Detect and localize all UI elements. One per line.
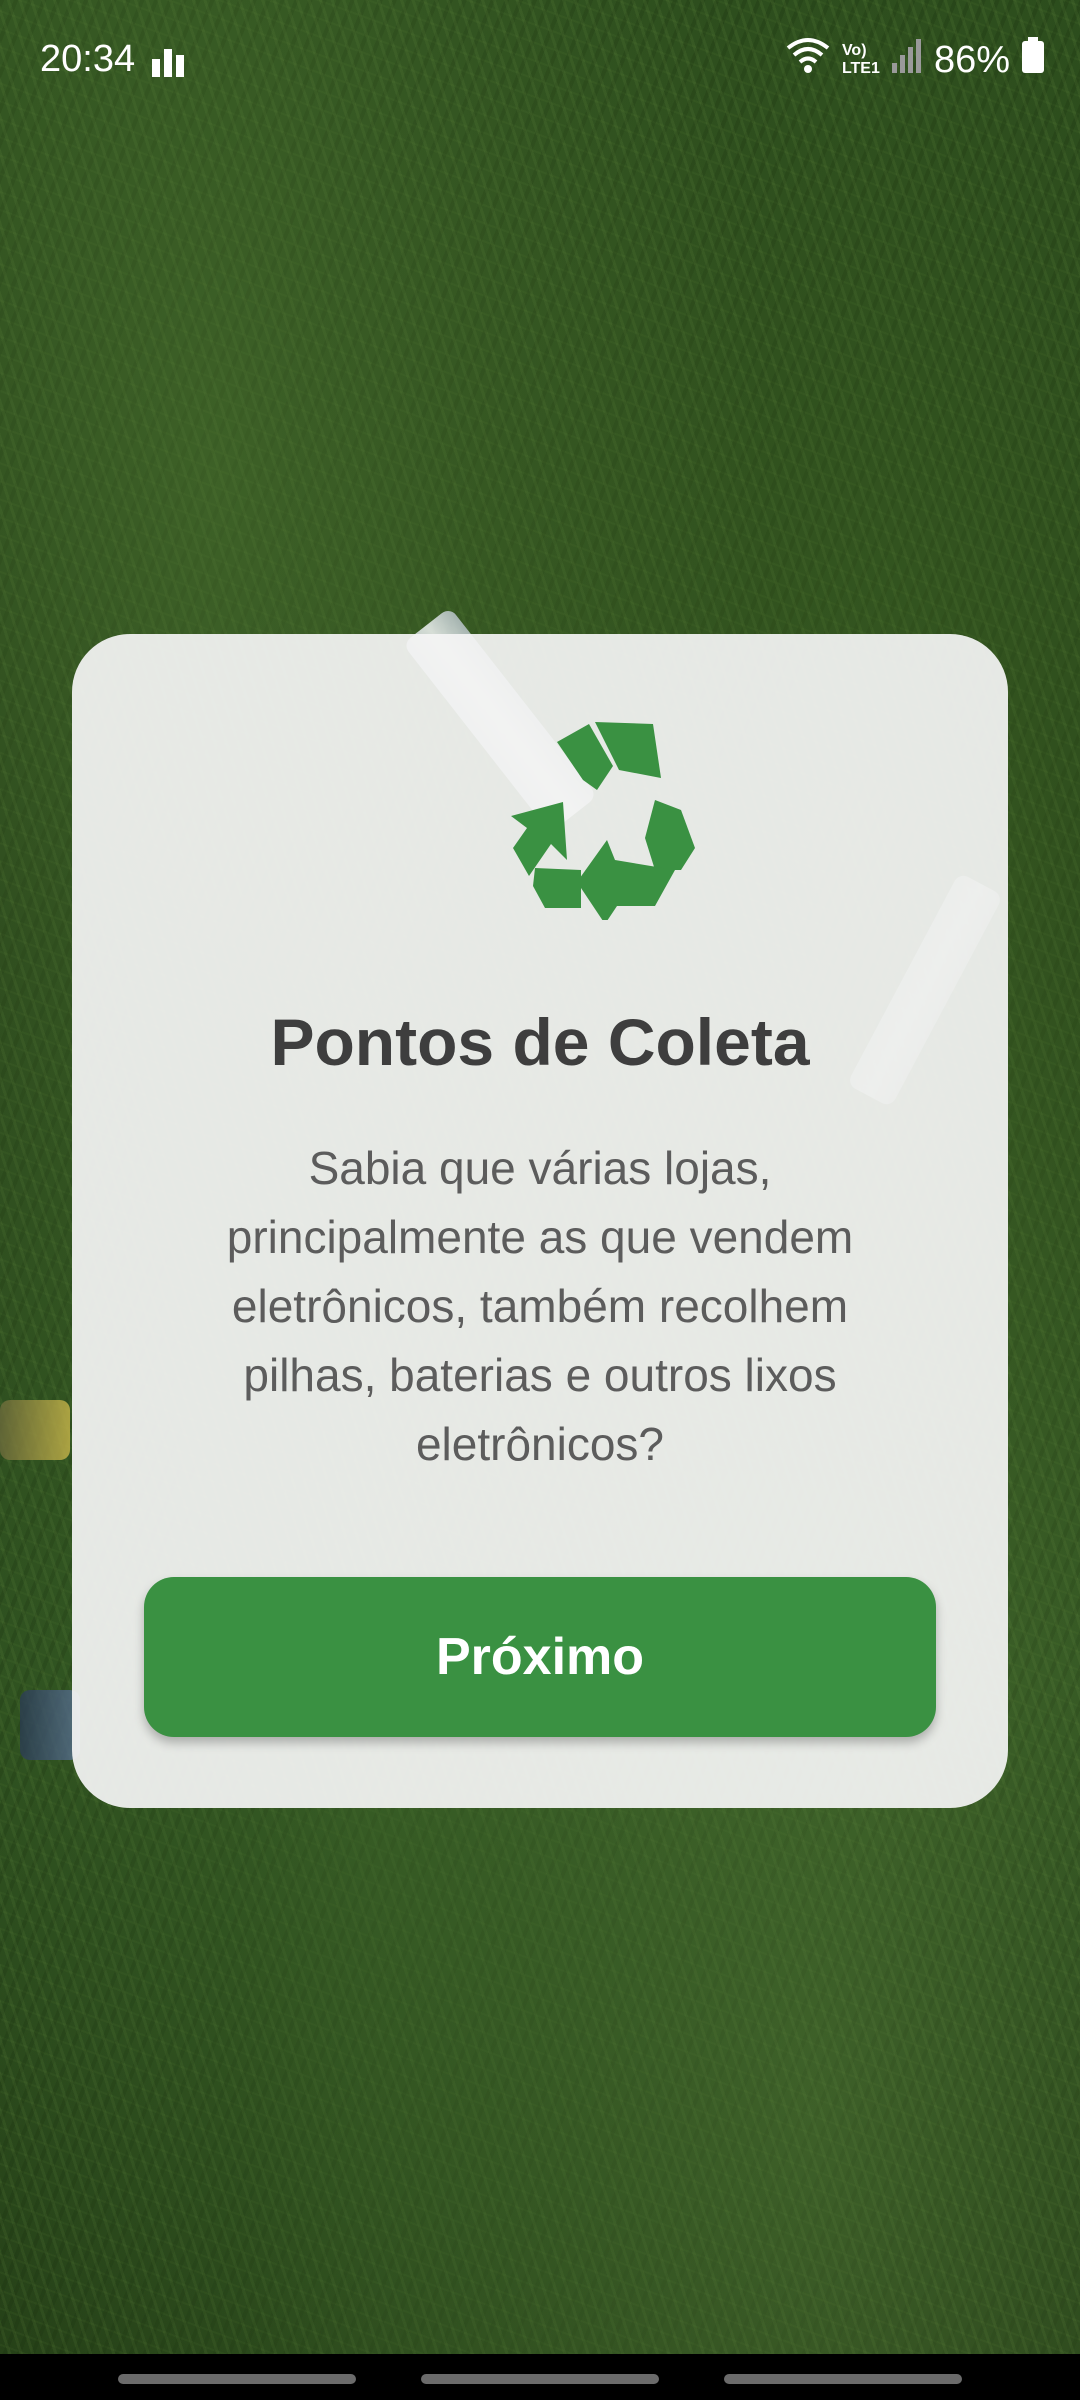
navigation-bar: [0, 2354, 1080, 2400]
battery-image: [20, 1690, 80, 1760]
nav-recent-button[interactable]: [118, 2374, 356, 2384]
nav-back-button[interactable]: [724, 2374, 962, 2384]
nav-home-button[interactable]: [421, 2374, 659, 2384]
info-card: Pontos de Coleta Sabia que várias lojas,…: [72, 634, 1008, 1808]
battery-icon: [1022, 37, 1044, 83]
next-button[interactable]: Próximo: [144, 1577, 936, 1737]
wifi-icon: [786, 36, 830, 84]
battery-image: [0, 1400, 70, 1460]
status-bar: 20:34 Vo) LTE1 86%: [0, 0, 1080, 120]
status-icons: Vo) LTE1 86%: [786, 36, 1044, 84]
activity-icon: [152, 44, 188, 87]
card-description: Sabia que várias lojas, principalmente a…: [226, 1142, 854, 1470]
card-title: Pontos de Coleta: [270, 1005, 810, 1079]
battery-percent: 86%: [933, 38, 1010, 81]
signal-icon: [891, 37, 922, 83]
recycle-icon: [505, 720, 705, 924]
status-time: 20:34: [40, 38, 136, 80]
network-type-label: Vo) LTE1: [841, 42, 880, 77]
